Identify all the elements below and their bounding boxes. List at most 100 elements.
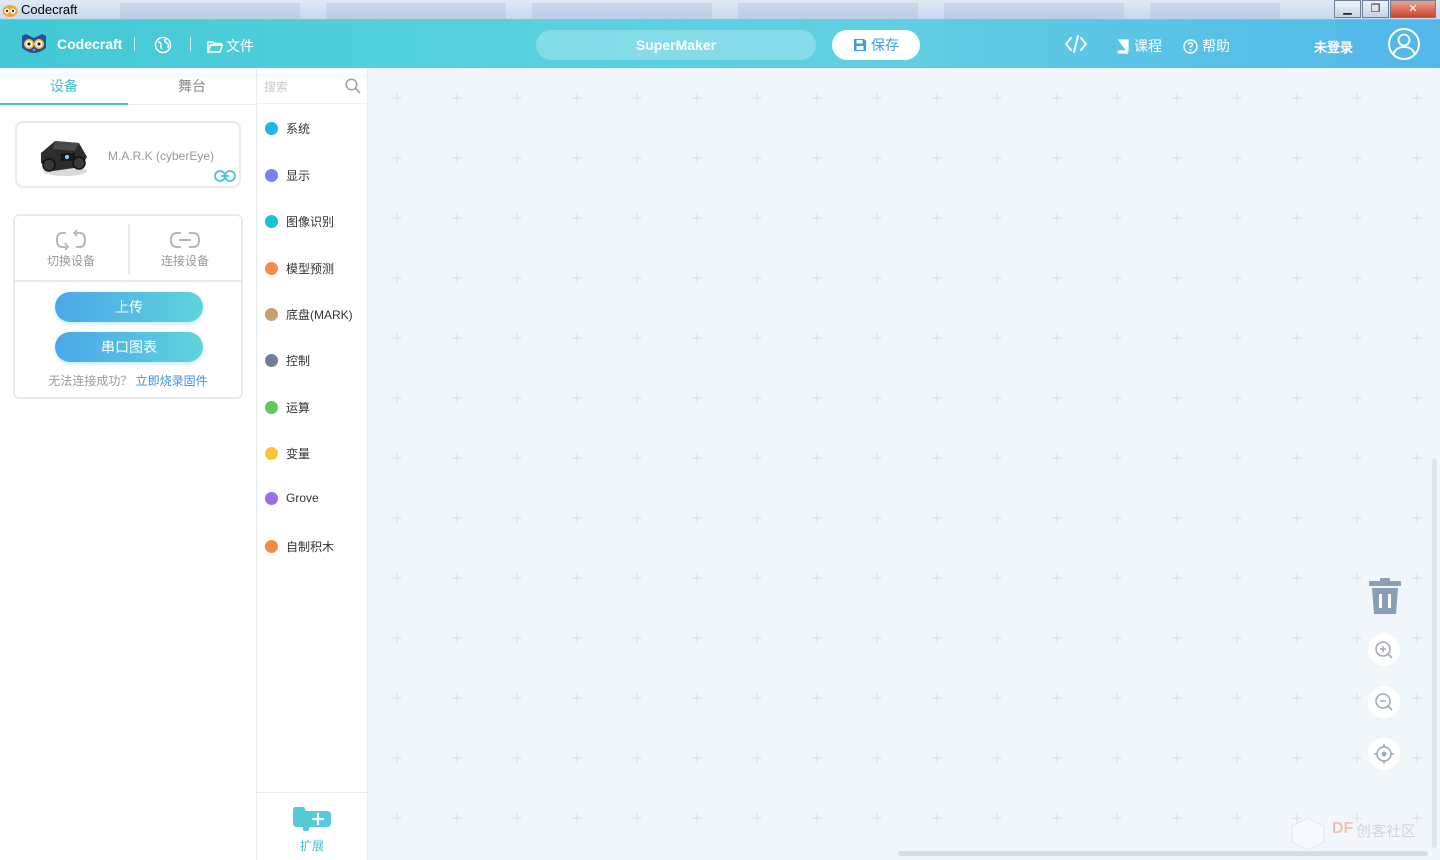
codecraft-logo-icon	[2, 5, 18, 17]
connection-hint: 无法连接成功？ 立即烧录固件	[15, 372, 241, 389]
help-label: 帮助	[1202, 38, 1230, 54]
category-color-dot	[265, 262, 278, 275]
extension-button[interactable]: 扩展	[257, 792, 367, 860]
close-button[interactable]: ✕	[1390, 0, 1436, 18]
category-label: Grove	[286, 491, 319, 505]
horizontal-scrollbar[interactable]	[898, 851, 1428, 856]
watermark-logo-icon	[1291, 817, 1325, 851]
zoom-in-icon	[1375, 641, 1393, 659]
category-label: 变量	[286, 447, 311, 461]
minimize-button[interactable]: ▁	[1334, 0, 1361, 18]
connect-device-button[interactable]: 连接设备	[135, 230, 235, 269]
connect-device-label: 连接设备	[160, 254, 209, 268]
device-actions-row: 切换设备 连接设备	[15, 216, 241, 282]
divider	[128, 224, 130, 274]
maximize-button[interactable]: ❐	[1362, 0, 1389, 18]
block-search[interactable]: 搜索	[257, 68, 367, 104]
device-operations: 切换设备 连接设备 上传 串口图表 无法连接成功？ 立即烧录固件	[13, 214, 243, 399]
device-panel: 设备 舞台 M.A.R.K (cyberEye) 切换设备 连接设备 上传 串口…	[0, 68, 257, 860]
switch-device-label: 切换设备	[46, 254, 95, 268]
window-titlebar: Codecraft ▁ ❐ ✕	[0, 0, 1440, 20]
device-name: M.A.R.K (cyberEye)	[108, 149, 215, 163]
link-icon[interactable]	[214, 169, 236, 183]
device-card[interactable]: M.A.R.K (cyberEye)	[15, 121, 241, 188]
category-label: 自制积木	[286, 540, 335, 554]
app-header: Codecraft 文件 SuperMaker 保存 课程 帮助 未登录	[0, 20, 1440, 68]
category-color-dot	[265, 308, 278, 321]
project-name-field[interactable]: SuperMaker	[536, 30, 816, 60]
switch-device-button[interactable]: 切换设备	[21, 230, 121, 269]
category-grove[interactable]: Grove	[265, 491, 319, 505]
category-label: 图像识别	[286, 215, 335, 229]
category-label: 运算	[286, 401, 311, 415]
folder-open-icon	[207, 40, 223, 53]
watermark-name: 创客社区	[1356, 823, 1417, 840]
course-button[interactable]: 课程	[1116, 36, 1162, 56]
serial-chart-button[interactable]: 串口图表	[55, 332, 203, 362]
category-label: 系统	[286, 122, 311, 136]
add-extension-icon	[293, 807, 331, 831]
save-button[interactable]: 保存	[832, 30, 920, 60]
file-menu-label: 文件	[226, 38, 254, 54]
code-view-icon[interactable]	[1064, 34, 1088, 54]
category-variables[interactable]: 变量	[265, 445, 310, 462]
trash-icon[interactable]	[1367, 576, 1403, 616]
save-label: 保存	[871, 37, 899, 53]
question-circle-icon	[1183, 38, 1198, 54]
recenter-button[interactable]	[1368, 738, 1400, 770]
tab-stage[interactable]: 舞台	[128, 68, 256, 105]
zoom-out-icon	[1375, 693, 1393, 711]
category-chassis[interactable]: 底盘(MARK)	[265, 306, 353, 323]
df-watermark: DF 创客社区	[1288, 816, 1416, 857]
category-display[interactable]: 显示	[265, 167, 310, 184]
switch-icon	[56, 230, 86, 250]
category-color-dot	[265, 491, 278, 505]
login-status[interactable]: 未登录	[1314, 37, 1353, 56]
upload-button[interactable]: 上传	[55, 292, 203, 322]
crosshair-icon	[1374, 744, 1394, 764]
search-placeholder: 搜索	[264, 80, 289, 94]
category-system[interactable]: 系统	[265, 120, 310, 137]
flash-firmware-link[interactable]: 立即烧录固件	[136, 374, 208, 388]
divider	[134, 37, 135, 51]
floppy-disk-icon	[854, 39, 866, 51]
category-operators[interactable]: 运算	[265, 399, 310, 416]
zoom-out-button[interactable]	[1368, 686, 1400, 718]
category-color-dot	[265, 169, 278, 182]
language-globe-icon[interactable]	[154, 36, 172, 54]
search-icon[interactable]	[345, 78, 361, 94]
category-image-recognition[interactable]: 图像识别	[265, 213, 334, 230]
user-avatar-icon[interactable]	[1388, 28, 1420, 60]
background-tabs	[120, 3, 1280, 19]
tab-device[interactable]: 设备	[0, 68, 128, 105]
category-label: 控制	[286, 354, 311, 368]
category-color-dot	[265, 540, 278, 553]
category-color-dot	[265, 401, 278, 414]
divider	[190, 37, 191, 51]
panel-tabs: 设备 舞台	[0, 68, 256, 105]
connection-hint-text: 无法连接成功？	[48, 374, 133, 388]
category-label: 模型预测	[286, 262, 335, 276]
zoom-in-button[interactable]	[1368, 634, 1400, 666]
window-title: Codecraft	[21, 2, 78, 17]
category-color-dot	[265, 215, 278, 228]
book-icon	[1117, 38, 1129, 54]
category-color-dot	[265, 122, 278, 135]
category-my-blocks[interactable]: 自制积木	[265, 538, 334, 555]
owl-logo-icon	[22, 34, 46, 53]
robot-image	[41, 141, 87, 176]
watermark-brand: DF	[1332, 820, 1354, 837]
vertical-scrollbar[interactable]	[1432, 458, 1437, 848]
category-label: 显示	[286, 169, 311, 183]
help-button[interactable]: 帮助	[1183, 36, 1230, 56]
workspace-grid	[368, 68, 1440, 860]
brand-name: Codecraft	[57, 36, 123, 52]
file-menu-button[interactable]: 文件	[207, 36, 254, 56]
connect-icon	[170, 232, 200, 248]
block-categories: 搜索 系统 显示 图像识别 模型预测 底盘(MARK) 控制 运算 变量 Gro	[257, 68, 368, 860]
category-model-prediction[interactable]: 模型预测	[265, 260, 334, 277]
category-color-dot	[265, 447, 278, 460]
course-label: 课程	[1134, 38, 1162, 54]
category-control[interactable]: 控制	[265, 352, 310, 369]
blocks-workspace[interactable]: DF 创客社区	[368, 68, 1440, 860]
